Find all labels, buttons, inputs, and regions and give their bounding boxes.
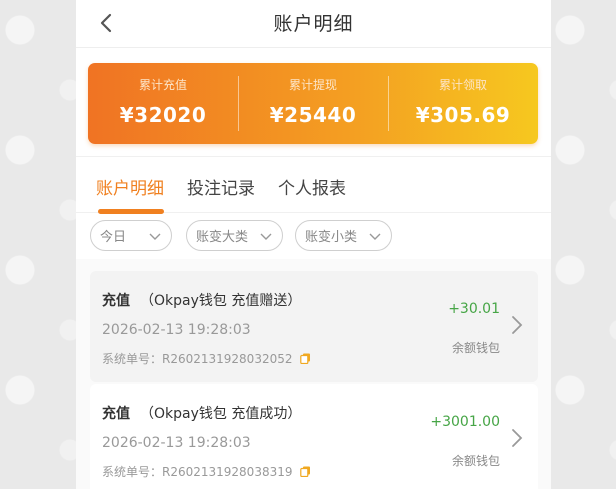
chevron-down-icon [369,233,381,240]
record-title: 充值 （Okpay钱包 充值成功） [102,403,301,423]
page-title: 账户明细 [273,13,354,35]
record-amount: +3001.00 [430,414,500,430]
stat-total-deposit: 累计充值 ¥32020 [88,63,238,144]
stat-total-claimed: 累计领取 ¥305.69 [388,63,538,144]
chevron-right-icon [512,429,523,447]
tab-account-details[interactable]: 账户明细 [96,174,164,199]
copy-icon[interactable] [299,353,311,364]
stat-label: 累计提现 [288,78,337,92]
date-filter-value: 今日 [100,230,127,245]
stat-label: 累计充值 [138,78,187,92]
tab-bar: 账户明细 投注记录 个人报表 [76,156,551,214]
phone-screen: 账户明细 累计充值 ¥32020 累计提现 ¥25440 累计领取 ¥305.6… [76,0,551,489]
chevron-down-icon [149,233,161,240]
stat-value: ¥32020 [119,103,207,127]
record-time: 2026-02-13 19:28:03 [102,322,251,338]
date-filter-select[interactable]: 今日 [90,220,172,251]
subcategory-filter-value: 账变小类 [305,230,358,245]
record-wallet: 余额钱包 [451,341,500,355]
record-title: 充值 （Okpay钱包 充值赠送） [102,290,301,310]
tab-bet-records[interactable]: 投注记录 [187,174,255,199]
record-order-number: 系统单号：R2602131928032052 [102,350,311,367]
stat-value: ¥25440 [269,103,357,127]
tab-personal-report[interactable]: 个人报表 [278,174,346,199]
stat-value: ¥305.69 [415,103,511,127]
subcategory-filter-select[interactable]: 账变小类 [295,220,392,251]
chevron-down-icon [260,233,272,240]
record-time: 2026-02-13 19:28:03 [102,435,251,451]
order-number-text: 系统单号：R2602131928032052 [102,352,293,366]
category-filter-select[interactable]: 账变大类 [186,220,283,251]
record-wallet: 余额钱包 [451,454,500,468]
record-detail: （Okpay钱包 充值赠送） [140,293,302,309]
list-item[interactable]: 充值 （Okpay钱包 充值成功） 2026-02-13 19:28:03 系统单… [90,384,538,489]
record-order-number: 系统单号：R2602131928038319 [102,463,311,480]
record-amount: +30.01 [448,301,500,317]
category-filter-value: 账变大类 [196,230,249,245]
list-item[interactable]: 充值 （Okpay钱包 充值赠送） 2026-02-13 19:28:03 系统单… [90,271,538,382]
record-detail: （Okpay钱包 充值成功） [140,406,302,422]
record-type: 充值 [102,406,130,422]
stat-label: 累计领取 [438,78,487,92]
app-header: 账户明细 [76,0,551,48]
copy-icon[interactable] [299,466,311,477]
chevron-right-icon [512,316,523,334]
stat-total-withdraw: 累计提现 ¥25440 [238,63,388,144]
filter-bar: 今日 账变大类 账变小类 [76,213,551,259]
summary-card: 累计充值 ¥32020 累计提现 ¥25440 累计领取 ¥305.69 [88,63,538,144]
order-number-text: 系统单号：R2602131928038319 [102,465,293,479]
record-type: 充值 [102,293,130,309]
